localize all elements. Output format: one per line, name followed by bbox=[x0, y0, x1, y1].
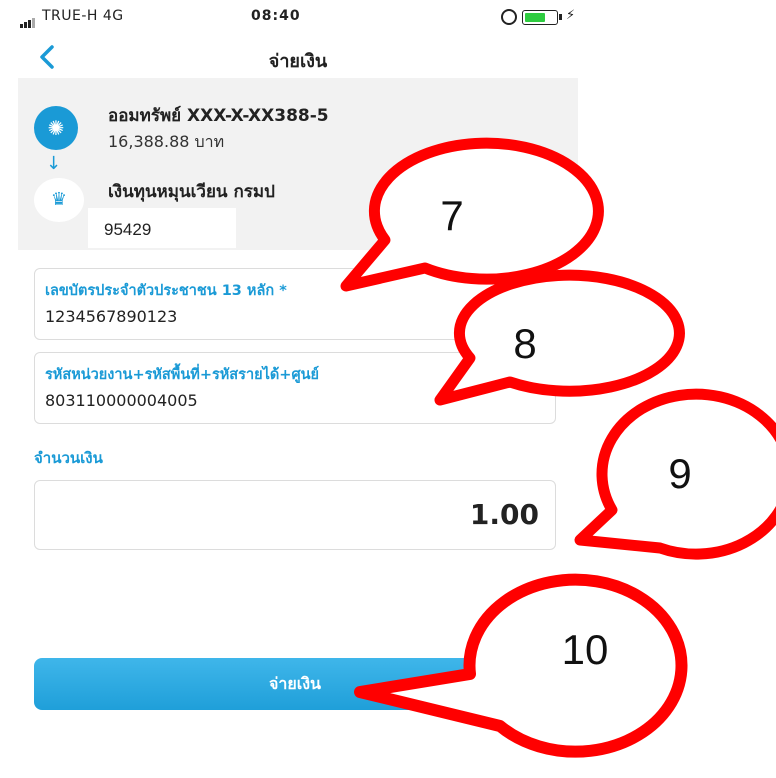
biller-code: 95429 bbox=[88, 208, 236, 248]
bank-logo-icon: ✺ bbox=[34, 106, 78, 150]
status-bar: TRUE-H 4G 08:40 ⚡ bbox=[18, 0, 578, 34]
arrow-down-icon: ↓ bbox=[46, 153, 62, 174]
carrier-label: TRUE-H 4G bbox=[42, 8, 124, 24]
from-account-name: ออมทรัพย์ XXX-X-XX388-5 bbox=[108, 106, 329, 126]
from-account-balance: 16,388.88 บาท bbox=[108, 132, 225, 151]
id-card-field[interactable]: เลขบัตรประจำตัวประชาชน 13 หลัก * bbox=[34, 268, 556, 340]
codes-label: รหัสหน่วยงาน+รหัสพื้นที่+รหัสรายได้+ศูนย… bbox=[45, 367, 320, 383]
id-card-label: เลขบัตรประจำตัวประชาชน 13 หลัก * bbox=[45, 283, 287, 299]
rotation-lock-icon bbox=[501, 9, 517, 25]
pay-button[interactable]: จ่ายเงิน bbox=[34, 658, 556, 710]
callout-9-label: 9 bbox=[668, 450, 691, 497]
callout-9-bubble bbox=[574, 388, 776, 560]
amount-label: จำนวนเงิน bbox=[34, 449, 103, 467]
page-title: จ่ายเงิน bbox=[268, 51, 328, 72]
codes-field[interactable]: รหัสหน่วยงาน+รหัสพื้นที่+รหัสรายได้+ศูนย… bbox=[34, 352, 556, 424]
codes-input[interactable] bbox=[45, 391, 405, 410]
amount-field[interactable] bbox=[34, 480, 556, 550]
signal-icon bbox=[20, 12, 36, 28]
biller-name: เงินทุนหมุนเวียน กรมป bbox=[108, 182, 275, 202]
battery-tip bbox=[559, 14, 562, 20]
battery-icon bbox=[522, 10, 558, 25]
amount-input[interactable] bbox=[237, 497, 541, 532]
id-card-input[interactable] bbox=[45, 307, 405, 326]
phone-screen: TRUE-H 4G 08:40 ⚡ จ่ายเงิน ✺ ออมทรัพย์ X… bbox=[18, 0, 578, 778]
status-time: 08:40 bbox=[251, 8, 301, 24]
charging-icon: ⚡ bbox=[566, 8, 576, 23]
biller-logo-icon: ♛ bbox=[34, 178, 84, 222]
